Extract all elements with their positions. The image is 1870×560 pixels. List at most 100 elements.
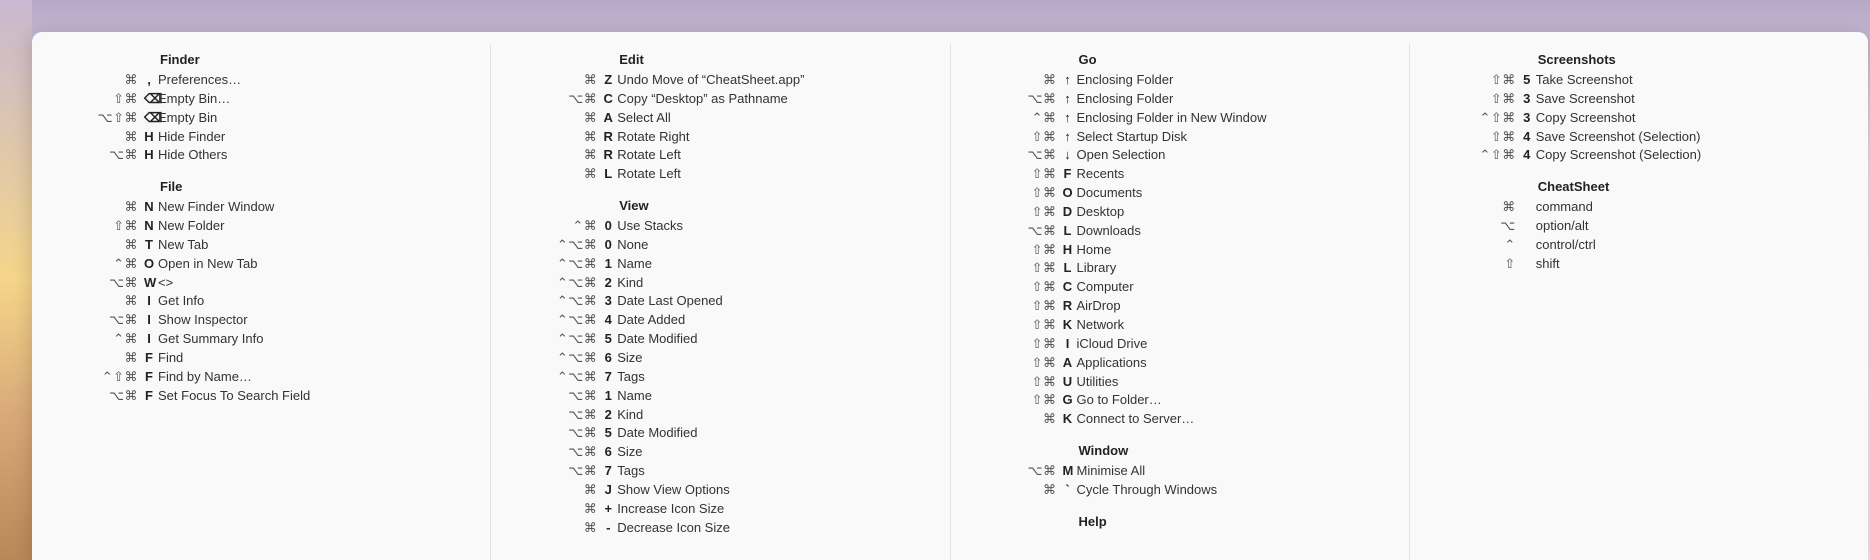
shortcut-row[interactable]: ⌃⌥⌘2Kind bbox=[519, 274, 921, 293]
shortcut-row[interactable]: ⇧shift bbox=[1438, 255, 1840, 274]
shortcut-row[interactable]: ⌃⌥⌘3Date Last Opened bbox=[519, 292, 921, 311]
shortcut-row[interactable]: ⌘command bbox=[1438, 198, 1840, 217]
shortcut-row[interactable]: ⌥⌘MMinimise All bbox=[979, 462, 1381, 481]
shortcut-row[interactable]: ⇧⌘↑Select Startup Disk bbox=[979, 128, 1381, 147]
shortcut-row[interactable]: ⇧⌘CComputer bbox=[979, 278, 1381, 297]
shortcut-row[interactable]: ⌥⌘↑Enclosing Folder bbox=[979, 90, 1381, 109]
shortcut-row[interactable]: ⌘FFind bbox=[60, 349, 462, 368]
shortcut-row[interactable]: ⌃⌥⌘6Size bbox=[519, 349, 921, 368]
shortcut-label: Preferences… bbox=[158, 71, 462, 90]
shortcut-row[interactable]: ⌘↑Enclosing Folder bbox=[979, 71, 1381, 90]
shortcut-row[interactable]: ⌘KConnect to Server… bbox=[979, 410, 1381, 429]
shortcut-row[interactable]: ⇧⌘GGo to Folder… bbox=[979, 391, 1381, 410]
shortcut-row[interactable]: ⌘,Preferences… bbox=[60, 71, 462, 90]
shortcut-row[interactable]: ⇧⌘4Save Screenshot (Selection) bbox=[1438, 128, 1840, 147]
shortcut-row[interactable]: ⌃⌘IGet Summary Info bbox=[60, 330, 462, 349]
shortcut-label: Date Modified bbox=[617, 330, 921, 349]
shortcut-row[interactable]: ⌥⌘2Kind bbox=[519, 406, 921, 425]
shortcut-label: Select Startup Disk bbox=[1077, 128, 1381, 147]
shortcut-modifiers: ⇧⌘ bbox=[979, 316, 1063, 335]
shortcut-row[interactable]: ⌘`Cycle Through Windows bbox=[979, 481, 1381, 500]
shortcut-row[interactable]: ⌃⌥⌘7Tags bbox=[519, 368, 921, 387]
shortcut-row[interactable]: ⌥⌘5Date Modified bbox=[519, 424, 921, 443]
shortcut-row[interactable]: ⇧⌘3Save Screenshot bbox=[1438, 90, 1840, 109]
shortcut-row[interactable]: ⌥⌘7Tags bbox=[519, 462, 921, 481]
shortcut-modifiers: ⌥⌘ bbox=[979, 90, 1063, 109]
shortcut-key: C bbox=[603, 90, 617, 109]
shortcut-key: 7 bbox=[603, 368, 617, 387]
shortcut-label: Take Screenshot bbox=[1536, 71, 1840, 90]
shortcut-row[interactable]: ⇧⌘NNew Folder bbox=[60, 217, 462, 236]
shortcut-row[interactable]: ⌃⌘0Use Stacks bbox=[519, 217, 921, 236]
section-title: File bbox=[60, 179, 462, 194]
shortcut-row[interactable]: ⌥⌘CCopy “Desktop” as Pathname bbox=[519, 90, 921, 109]
shortcut-row[interactable]: ⌘HHide Finder bbox=[60, 128, 462, 147]
shortcut-key: K bbox=[1063, 316, 1077, 335]
shortcut-key: A bbox=[1063, 354, 1077, 373]
shortcut-row[interactable]: ⌘JShow View Options bbox=[519, 481, 921, 500]
shortcut-row[interactable]: ⌃⌘↑Enclosing Folder in New Window bbox=[979, 109, 1381, 128]
shortcut-row[interactable]: ⌘NNew Finder Window bbox=[60, 198, 462, 217]
shortcut-row[interactable]: ⌃⌘OOpen in New Tab bbox=[60, 255, 462, 274]
shortcut-label: Tags bbox=[617, 368, 921, 387]
shortcut-row[interactable]: ⌘RRotate Right bbox=[519, 128, 921, 147]
shortcut-row[interactable]: ⌥⌘6Size bbox=[519, 443, 921, 462]
shortcut-row[interactable]: ⌘IGet Info bbox=[60, 292, 462, 311]
shortcut-row[interactable]: ⇧⌘ODocuments bbox=[979, 184, 1381, 203]
shortcut-row[interactable]: ⌥⌘HHide Others bbox=[60, 146, 462, 165]
shortcut-row[interactable]: ⌥ option/alt bbox=[1438, 217, 1840, 236]
shortcut-label: Enclosing Folder bbox=[1077, 90, 1381, 109]
shortcut-label: Find by Name… bbox=[158, 368, 462, 387]
shortcut-key: N bbox=[144, 198, 158, 217]
shortcut-row[interactable]: ⇧⌘UUtilities bbox=[979, 373, 1381, 392]
shortcut-key: T bbox=[144, 236, 158, 255]
shortcut-row[interactable]: ⌘LRotate Left bbox=[519, 165, 921, 184]
shortcut-row[interactable]: ⌥⌘1Name bbox=[519, 387, 921, 406]
shortcut-row[interactable]: ⌘ASelect All bbox=[519, 109, 921, 128]
section: Help bbox=[979, 514, 1381, 529]
column: Go⌘↑Enclosing Folder⌥⌘↑Enclosing Folder⌃… bbox=[951, 44, 1410, 560]
shortcut-key: D bbox=[1063, 203, 1077, 222]
shortcut-row[interactable]: ⇧⌘DDesktop bbox=[979, 203, 1381, 222]
shortcut-row[interactable]: ⇧⌘HHome bbox=[979, 241, 1381, 260]
shortcut-row[interactable]: ⌥⇧⌘⌫Empty Bin bbox=[60, 109, 462, 128]
shortcut-row[interactable]: ⌥⌘LDownloads bbox=[979, 222, 1381, 241]
shortcut-row[interactable]: ⌘-Decrease Icon Size bbox=[519, 519, 921, 538]
shortcut-row[interactable]: ⇧⌘⌫Empty Bin… bbox=[60, 90, 462, 109]
shortcut-row[interactable]: ⌃⌥⌘4Date Added bbox=[519, 311, 921, 330]
shortcut-row[interactable]: ⌥⌘W<> bbox=[60, 274, 462, 293]
shortcut-key: 0 bbox=[603, 236, 617, 255]
shortcut-row[interactable]: ⇧⌘FRecents bbox=[979, 165, 1381, 184]
shortcut-modifiers: ⌘ bbox=[519, 128, 603, 147]
shortcut-row[interactable]: ⇧⌘KNetwork bbox=[979, 316, 1381, 335]
shortcut-row[interactable]: ⌃⇧⌘3Copy Screenshot bbox=[1438, 109, 1840, 128]
shortcut-row[interactable]: ⌥⌘IShow Inspector bbox=[60, 311, 462, 330]
shortcut-row[interactable]: ⌃⌥⌘0None bbox=[519, 236, 921, 255]
shortcut-row[interactable]: ⌃⇧⌘4Copy Screenshot (Selection) bbox=[1438, 146, 1840, 165]
shortcut-row[interactable]: ⇧⌘AApplications bbox=[979, 354, 1381, 373]
shortcut-row[interactable]: ⌃⌥⌘1Name bbox=[519, 255, 921, 274]
shortcut-modifiers: ⇧⌘ bbox=[979, 373, 1063, 392]
shortcut-row[interactable]: ⌘ZUndo Move of “CheatSheet.app” bbox=[519, 71, 921, 90]
shortcut-key: 1 bbox=[603, 387, 617, 406]
shortcut-row[interactable]: ⌃⌥⌘5Date Modified bbox=[519, 330, 921, 349]
shortcut-row[interactable]: ⇧⌘LLibrary bbox=[979, 259, 1381, 278]
shortcut-row[interactable]: ⌘RRotate Left bbox=[519, 146, 921, 165]
shortcut-label: Rotate Left bbox=[617, 146, 921, 165]
shortcut-row[interactable]: ⌃⇧⌘FFind by Name… bbox=[60, 368, 462, 387]
shortcut-label: Cycle Through Windows bbox=[1077, 481, 1381, 500]
shortcut-row[interactable]: ⌘+Increase Icon Size bbox=[519, 500, 921, 519]
shortcut-label: option/alt bbox=[1536, 217, 1840, 236]
shortcut-modifiers: ⌥ bbox=[1438, 217, 1522, 236]
shortcut-row[interactable]: ⌥⌘↓Open Selection bbox=[979, 146, 1381, 165]
shortcut-row[interactable]: ⇧⌘RAirDrop bbox=[979, 297, 1381, 316]
shortcut-row[interactable]: ⌃control/ctrl bbox=[1438, 236, 1840, 255]
shortcut-row[interactable]: ⌘TNew Tab bbox=[60, 236, 462, 255]
shortcut-key: L bbox=[1063, 259, 1077, 278]
shortcut-modifiers: ⌘ bbox=[519, 71, 603, 90]
shortcut-row[interactable]: ⌥⌘FSet Focus To Search Field bbox=[60, 387, 462, 406]
shortcut-key: I bbox=[144, 311, 158, 330]
shortcut-row[interactable]: ⇧⌘5Take Screenshot bbox=[1438, 71, 1840, 90]
shortcut-row[interactable]: ⇧⌘IiCloud Drive bbox=[979, 335, 1381, 354]
section: Go⌘↑Enclosing Folder⌥⌘↑Enclosing Folder⌃… bbox=[979, 52, 1381, 429]
